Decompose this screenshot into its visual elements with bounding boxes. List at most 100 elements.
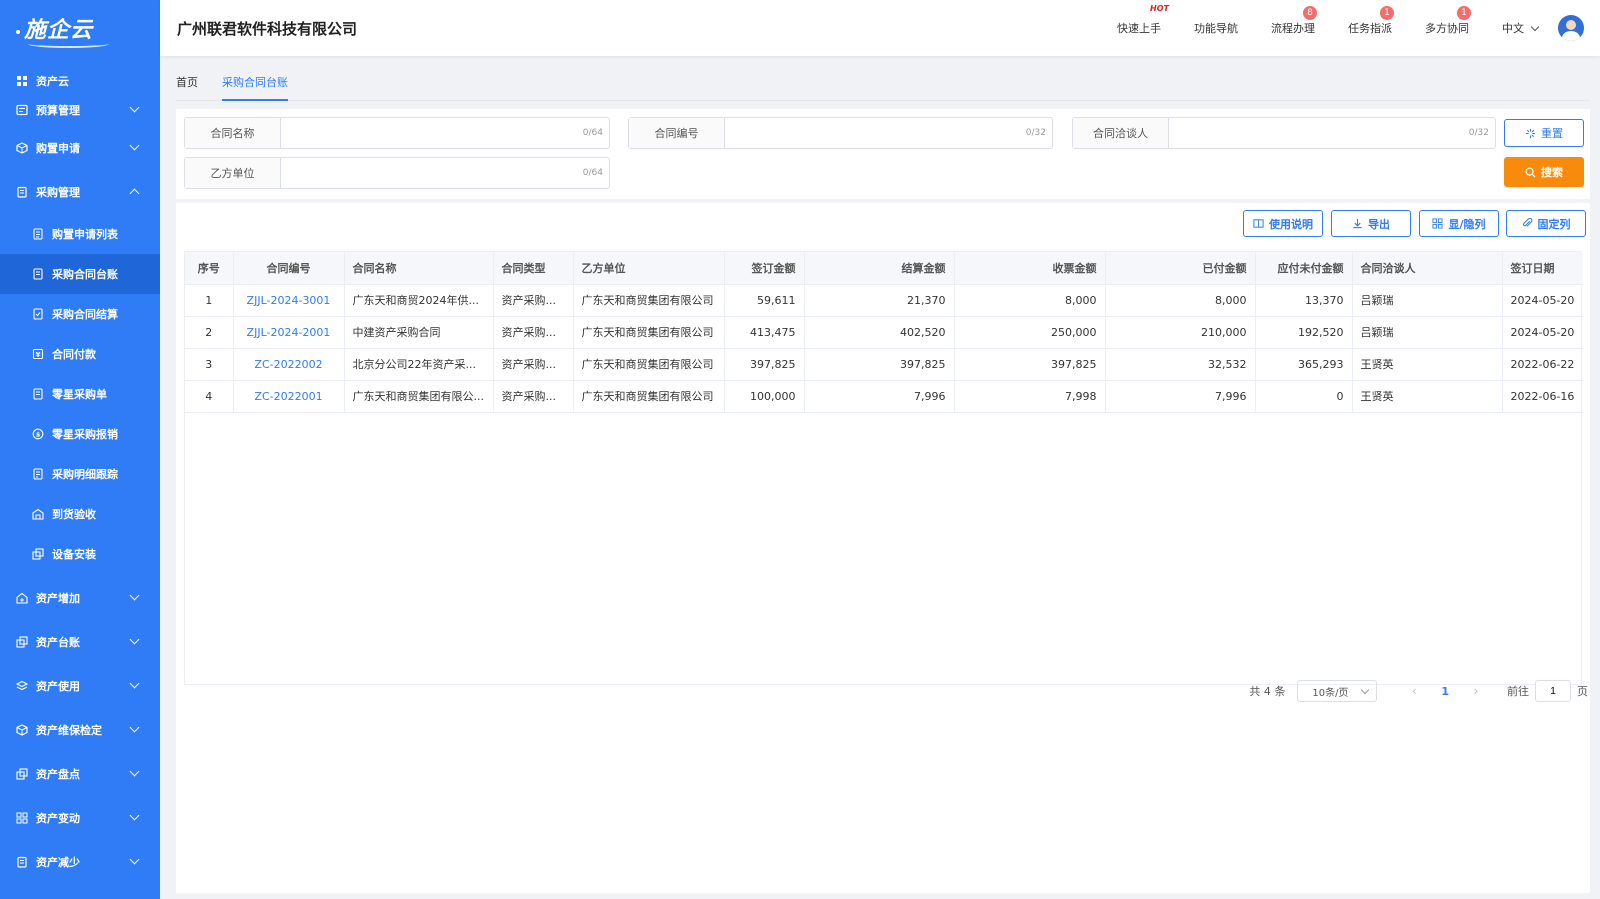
contract-no-link[interactable]: ZJJL-2024-2001 — [233, 316, 345, 349]
sidebar-sub-arrival-acceptance[interactable]: 到货验收 — [0, 494, 160, 534]
table-cell: 广东天和商贸集团有限公司 — [573, 316, 725, 349]
avatar[interactable] — [1558, 15, 1584, 41]
cube-icon — [16, 142, 28, 154]
sidebar-item-budget[interactable]: 预算管理 — [0, 94, 160, 126]
tab-contract-ledger[interactable]: 采购合同台账 — [222, 64, 288, 101]
tab-home[interactable]: 首页 — [176, 64, 198, 101]
table-cell: 250,000 — [954, 316, 1106, 349]
table-cell: 广东天和商贸集团有限公... — [344, 380, 494, 413]
top-header: 广州联君软件科技有限公司 快速上手 HOT 功能导航 流程办理 8 任务指派 1… — [160, 0, 1600, 56]
party-b-field: 乙方单位 0/64 — [184, 157, 610, 189]
sidebar-item-asset-reduce[interactable]: 资产减少 — [0, 840, 160, 884]
logo-text: 施企云 — [24, 12, 110, 48]
table-cell: 广东天和商贸集团有限公司 — [573, 380, 725, 413]
clipboard-icon — [16, 186, 28, 198]
search-button[interactable]: 搜索 — [1504, 157, 1584, 187]
nav-label: 功能导航 — [1194, 22, 1238, 35]
sidebar-sub-equipment-install[interactable]: 设备安装 — [0, 534, 160, 574]
col-header: 已付金额 — [1105, 252, 1256, 285]
col-header: 收票金额 — [954, 252, 1106, 285]
nav-quick-start[interactable]: 快速上手 HOT — [1117, 4, 1169, 36]
table-cell: 广东天和商贸集团有限公司 — [573, 348, 725, 381]
export-button[interactable]: 导出 — [1331, 210, 1411, 237]
help-button[interactable]: 使用说明 — [1243, 210, 1323, 237]
reset-button[interactable]: 重置 — [1504, 119, 1584, 147]
sparkle-icon — [1525, 128, 1536, 139]
sidebar-item-asset-cloud[interactable]: 资产云 — [0, 68, 160, 94]
grid-icon — [16, 75, 28, 87]
table-cell: 192,520 — [1255, 316, 1353, 349]
table-cell: 32,532 — [1105, 348, 1256, 381]
table-cell: 210,000 — [1105, 316, 1256, 349]
sidebar-item-asset-inventory[interactable]: 资产盘点 — [0, 752, 160, 796]
col-header: 乙方单位 — [573, 252, 725, 285]
chevron-left-icon[interactable]: ‹ — [1409, 684, 1419, 698]
contract-no-link[interactable]: ZC-2022002 — [233, 348, 345, 381]
nav-task-assign[interactable]: 任务指派 1 — [1348, 6, 1394, 36]
logo-dot — [16, 30, 20, 34]
table-cell: 365,293 — [1255, 348, 1353, 381]
table-cell: 资产采购... — [493, 284, 574, 317]
contract-no-link[interactable]: ZJJL-2024-3001 — [233, 284, 345, 317]
page-number[interactable]: 1 — [1441, 685, 1449, 698]
nav-collaboration[interactable]: 多方协同 1 — [1425, 6, 1471, 36]
table-row[interactable]: 1 ZJJL-2024-3001 广东天和商贸2024年供... 资产采购... 广东天… — [185, 284, 1583, 317]
logo[interactable]: 施企云 — [0, 0, 160, 56]
col-header: 合同名称 — [344, 252, 494, 285]
fixed-columns-button[interactable]: 固定列 — [1506, 210, 1586, 237]
sidebar-sub-sporadic-order[interactable]: 零星采购单 — [0, 374, 160, 414]
sidebar-sub-contract-ledger[interactable]: 采购合同台账 — [0, 254, 160, 294]
sidebar-sub-contract-settlement[interactable]: 采购合同结算 — [0, 294, 160, 334]
table-cell: 397,825 — [954, 348, 1106, 381]
nav-process-handling[interactable]: 流程办理 8 — [1271, 6, 1317, 36]
chevron-down-icon — [1530, 22, 1540, 31]
table-cell: 北京分公司22年资产采... — [344, 348, 494, 381]
table-cell: 广东天和商贸2024年供... — [344, 284, 494, 317]
table-cell: 7,996 — [804, 380, 955, 413]
nav-function-guide[interactable]: 功能导航 — [1194, 20, 1238, 36]
table-cell: 4 — [185, 380, 234, 413]
table-cell: 7,998 — [954, 380, 1106, 413]
stack-icon — [16, 636, 28, 648]
goto-page-input[interactable] — [1535, 680, 1571, 702]
party-b-input[interactable] — [281, 158, 583, 188]
table-cell: 21,370 — [804, 284, 955, 317]
char-count: 0/32 — [1468, 128, 1489, 138]
stack-icon — [16, 768, 28, 780]
sidebar-item-label: 购置申请 — [36, 142, 80, 155]
table-row[interactable]: 3 ZC-2022002 北京分公司22年资产采... 资产采购... 广东天和商贸集团… — [185, 348, 1583, 381]
budget-icon — [16, 104, 28, 116]
sidebar-item-asset-use[interactable]: 资产使用 — [0, 664, 160, 708]
sidebar-item-asset-change[interactable]: 资产变动 — [0, 796, 160, 840]
goto-prefix: 前往 — [1507, 685, 1529, 698]
sidebar-item-procurement[interactable]: 采购管理 — [0, 170, 160, 214]
sidebar-sub-label: 采购明细跟踪 — [52, 468, 118, 481]
sidebar-item-purchase-request[interactable]: 购置申请 — [0, 126, 160, 170]
payment-icon: ¥ — [32, 348, 44, 360]
layers-icon — [16, 680, 28, 692]
sidebar-sub-sporadic-reimburse[interactable]: $ 零星采购报销 — [0, 414, 160, 454]
col-header: 合同类型 — [493, 252, 574, 285]
sidebar-sub-contract-payment[interactable]: ¥ 合同付款 — [0, 334, 160, 374]
sidebar-item-asset-maintenance[interactable]: 资产维保检定 — [0, 708, 160, 752]
negotiator-input[interactable] — [1169, 118, 1469, 148]
sidebar-item-label: 资产云 — [36, 75, 69, 88]
paperclip-icon — [1522, 218, 1533, 229]
columns-toggle-button[interactable]: 显/隐列 — [1419, 210, 1499, 237]
table-row[interactable]: 2 ZJJL-2024-2001 中建资产采购合同 资产采购... 广东天和商贸集团有限… — [185, 316, 1583, 349]
sidebar-item-asset-ledger[interactable]: 资产台账 — [0, 620, 160, 664]
chevron-up-icon — [129, 188, 140, 199]
table-row[interactable]: 4 ZC-2022001 广东天和商贸集团有限公... 资产采购... 广东天和商贸集团… — [185, 380, 1583, 413]
sidebar-sub-detail-tracking[interactable]: 采购明细跟踪 — [0, 454, 160, 494]
contract-name-input[interactable] — [281, 118, 583, 148]
contract-no-link[interactable]: ZC-2022001 — [233, 380, 345, 413]
sidebar-item-asset-add[interactable]: 资产增加 — [0, 576, 160, 620]
sidebar-sub-purchase-request-list[interactable]: 购置申请列表 — [0, 214, 160, 254]
chevron-right-icon[interactable]: › — [1471, 684, 1481, 698]
contract-no-input[interactable] — [725, 118, 1026, 148]
page-size-select[interactable]: 10条/页 — [1297, 680, 1378, 702]
sidebar-item-label: 资产变动 — [36, 812, 80, 825]
language-select[interactable]: 中文 — [1502, 20, 1540, 36]
table-cell: 中建资产采购合同 — [344, 316, 494, 349]
table-cell: 413,475 — [724, 316, 805, 349]
